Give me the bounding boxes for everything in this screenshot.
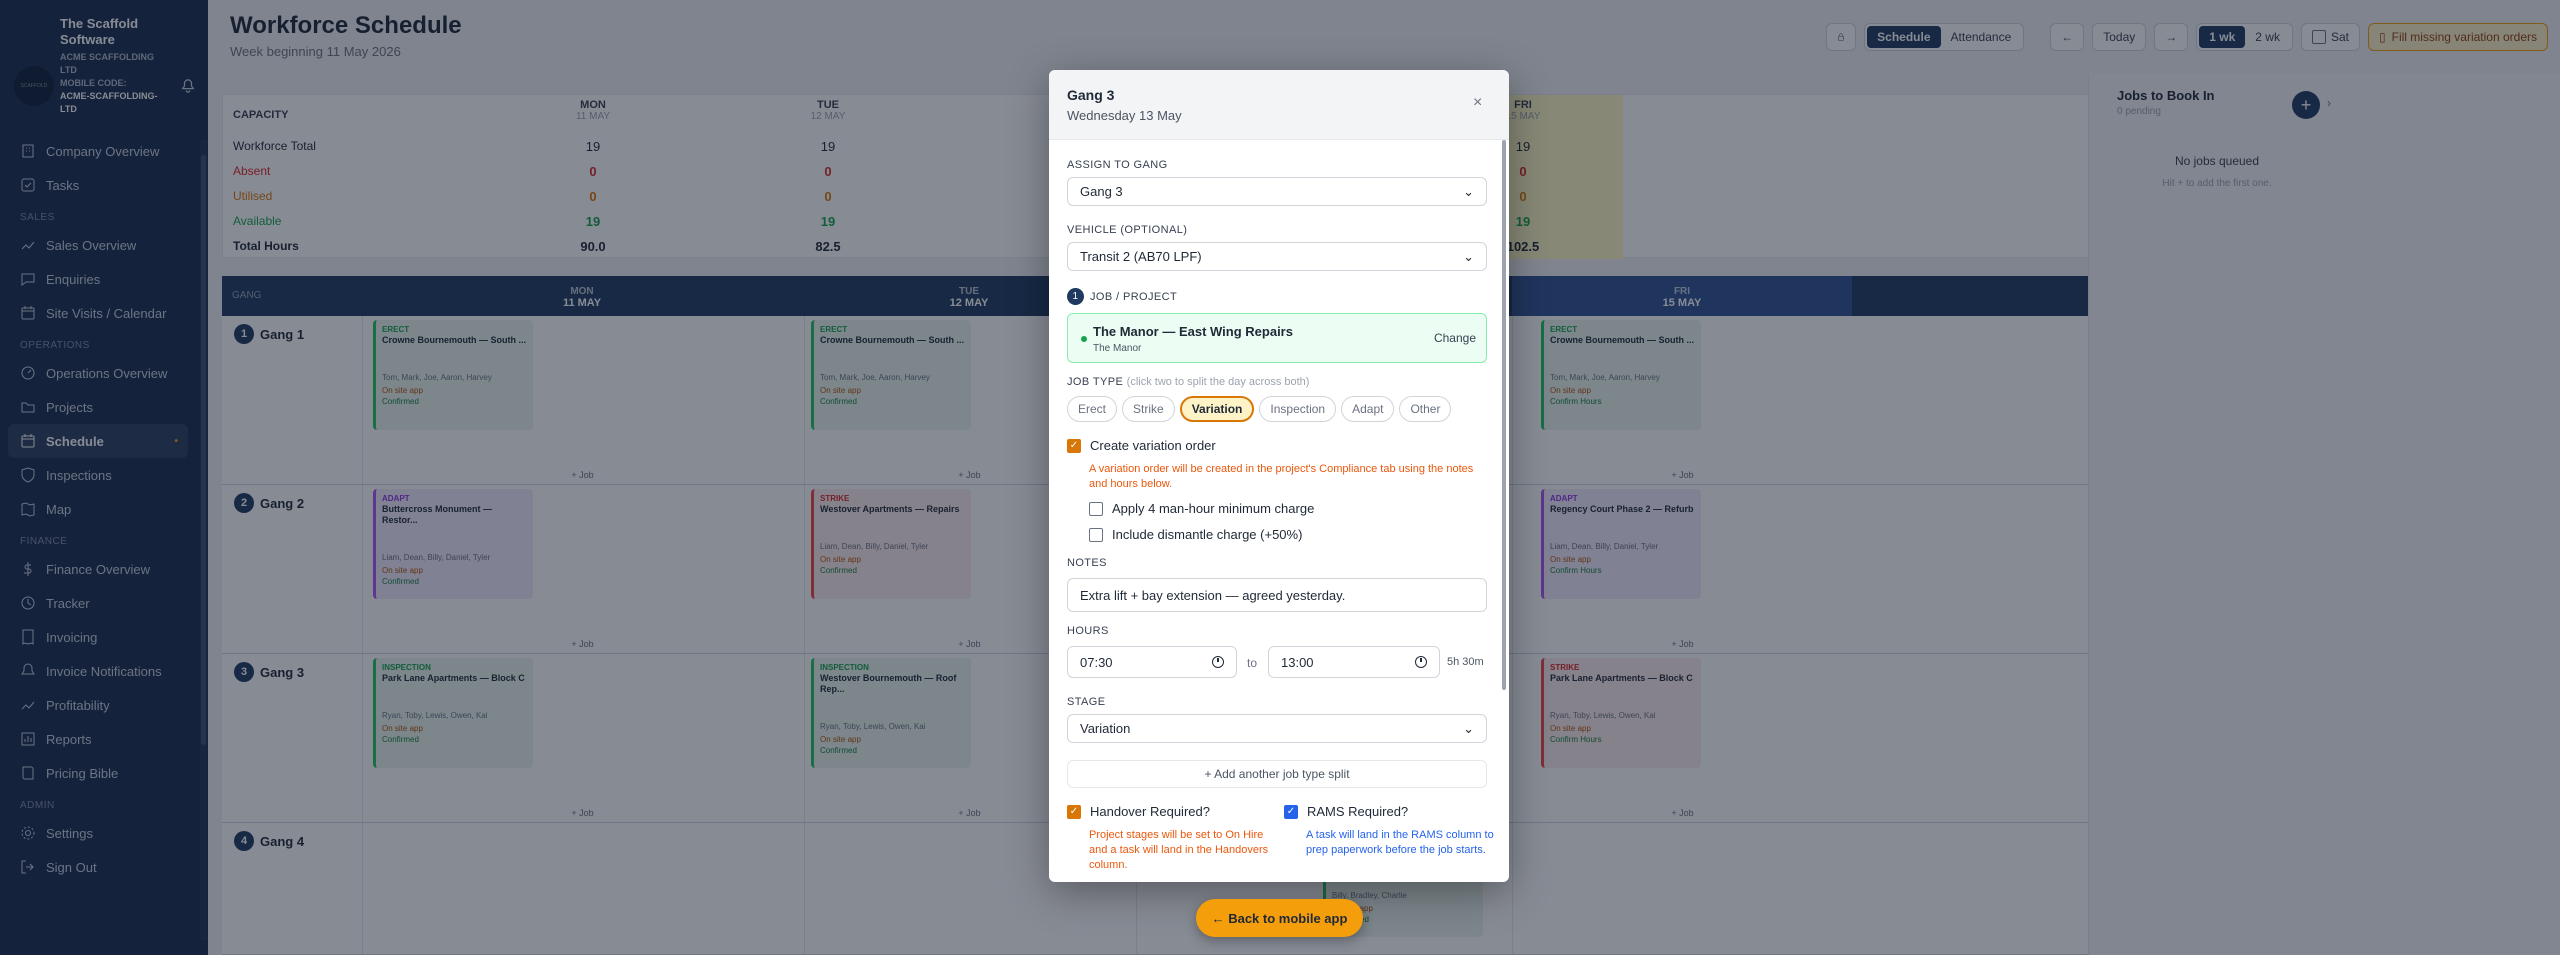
clock-icon (1212, 656, 1224, 668)
handover-note: Project stages will be set to On Hire an… (1089, 829, 1269, 871)
change-project-button[interactable]: Change (1434, 331, 1476, 345)
clock-icon (1415, 656, 1427, 668)
job-project-label: 1 JOB / PROJECT (1067, 288, 1177, 305)
assign-gang-value: Gang 3 (1080, 184, 1123, 199)
stage-label: STAGE (1067, 696, 1106, 708)
duration: 5h 30m (1447, 656, 1484, 668)
add-split-button[interactable]: + Add another job type split (1067, 760, 1487, 788)
min-charge-label: Apply 4 man-hour minimum charge (1112, 501, 1315, 516)
project-site: The Manor (1093, 343, 1142, 354)
chevron-down-icon: ⌄ (1463, 720, 1474, 736)
modal-title: Gang 3 (1067, 87, 1115, 103)
assign-job-modal: Gang 3 Wednesday 13 May × ASSIGN TO GANG… (1049, 70, 1509, 882)
end-time-input[interactable]: 13:00 (1268, 646, 1440, 678)
job-type-label: JOB TYPE (click two to split the day acr… (1067, 376, 1309, 388)
job-type-chip-inspection[interactable]: Inspection (1259, 396, 1337, 422)
rams-label: RAMS Required? (1307, 804, 1409, 819)
job-type-chip-erect[interactable]: Erect (1067, 396, 1118, 422)
job-type-hint: (click two to split the day across both) (1126, 376, 1310, 388)
dismantle-checkbox[interactable] (1089, 527, 1103, 542)
chevron-down-icon: ⌄ (1463, 248, 1474, 264)
dismantle-row[interactable]: Include dismantle charge (+50%) (1089, 527, 1302, 542)
vehicle-label: VEHICLE (OPTIONAL) (1067, 224, 1188, 236)
time-separator: to (1247, 656, 1258, 670)
start-time-value: 07:30 (1080, 654, 1113, 670)
assign-gang-label: ASSIGN TO GANG (1067, 159, 1168, 171)
job-project-label-text: JOB / PROJECT (1090, 290, 1178, 303)
dismantle-label: Include dismantle charge (+50%) (1112, 527, 1303, 542)
min-charge-row[interactable]: Apply 4 man-hour minimum charge (1089, 501, 1314, 516)
rams-note: A task will land in the RAMS column to p… (1306, 829, 1494, 856)
vehicle-select[interactable]: Transit 2 (AB70 LPF) ⌄ (1067, 242, 1487, 271)
project-name: The Manor — East Wing Repairs (1093, 324, 1293, 339)
job-type-chips: Erect Strike Variation Inspection Adapt Other (1067, 396, 1452, 422)
modal-scrollbar[interactable] (1502, 140, 1506, 690)
stage-select[interactable]: Variation ⌄ (1067, 714, 1487, 743)
end-time-value: 13:00 (1281, 654, 1314, 670)
handover-label: Handover Required? (1090, 804, 1210, 819)
create-vo-row[interactable]: ✓ Create variation order (1067, 438, 1216, 453)
notes-input[interactable]: Extra lift + bay extension — agreed yest… (1067, 578, 1487, 612)
job-type-chip-other[interactable]: Other (1399, 396, 1452, 422)
rams-checkbox[interactable]: ✓ (1284, 804, 1298, 819)
back-to-mobile-button[interactable]: ← Back to mobile app (1196, 899, 1363, 937)
hours-label: HOURS (1067, 625, 1109, 637)
create-vo-checkbox[interactable]: ✓ (1067, 438, 1081, 453)
job-type-chip-variation[interactable]: Variation (1179, 396, 1255, 422)
handover-checkbox[interactable]: ✓ (1067, 804, 1081, 819)
start-time-input[interactable]: 07:30 (1067, 646, 1237, 678)
stage-value: Variation (1080, 721, 1131, 736)
job-type-label-text: JOB TYPE (1067, 376, 1124, 388)
status-dot (1081, 336, 1087, 342)
rams-row[interactable]: ✓ RAMS Required? (1284, 804, 1408, 819)
close-icon[interactable]: × (1473, 94, 1482, 112)
min-charge-checkbox[interactable] (1089, 501, 1103, 516)
create-vo-label: Create variation order (1090, 438, 1216, 453)
modal-header: Gang 3 Wednesday 13 May × (1049, 70, 1509, 140)
vo-note: A variation order will be created in the… (1089, 463, 1474, 490)
notes-label: NOTES (1067, 557, 1107, 569)
handover-row[interactable]: ✓ Handover Required? (1067, 804, 1210, 819)
job-type-chip-adapt[interactable]: Adapt (1341, 396, 1395, 422)
chevron-down-icon: ⌄ (1463, 183, 1474, 199)
modal-date: Wednesday 13 May (1067, 108, 1182, 123)
job-type-chip-strike[interactable]: Strike (1122, 396, 1175, 422)
vehicle-value: Transit 2 (AB70 LPF) (1080, 249, 1202, 264)
step-badge: 1 (1067, 288, 1084, 305)
assign-gang-select[interactable]: Gang 3 ⌄ (1067, 177, 1487, 206)
selected-project-card: The Manor — East Wing Repairs The Manor … (1067, 313, 1487, 363)
